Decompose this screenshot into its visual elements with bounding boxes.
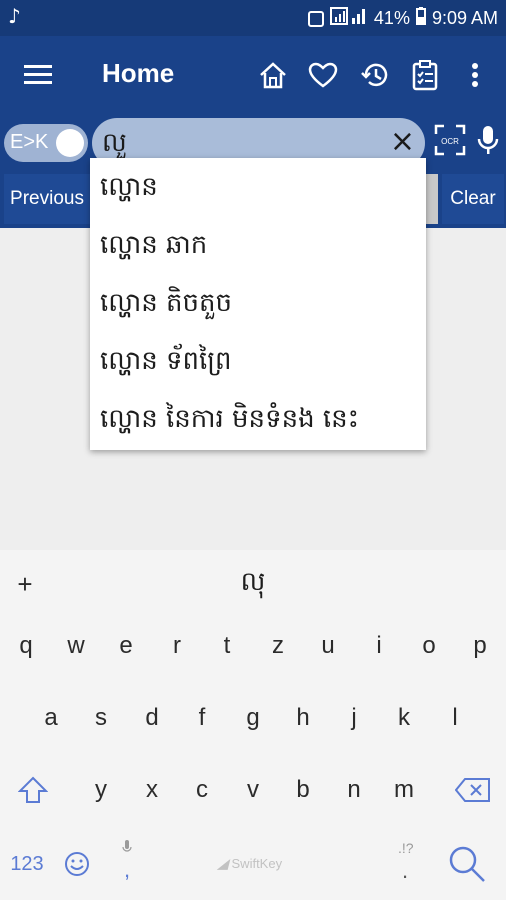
- candidate-word[interactable]: លុ: [228, 554, 278, 614]
- menu-icon[interactable]: [22, 58, 56, 92]
- favorite-heart-icon[interactable]: [306, 58, 340, 92]
- battery-percent: 41%: [373, 8, 410, 28]
- key-p[interactable]: p: [455, 616, 505, 676]
- suggestion-item[interactable]: ល្ហោន ទ័ពព្រៃ: [100, 334, 232, 392]
- suggestion-item[interactable]: ល្ហោន ឆាក: [100, 218, 207, 276]
- wifi-call-icon: [307, 10, 324, 27]
- suggestion-item[interactable]: ល្ហោន នៃការ មិនទំនង នេះ: [100, 392, 359, 450]
- key-j[interactable]: j: [329, 688, 379, 748]
- swiftkey-logo-icon: ◢ SwiftKey: [217, 856, 283, 871]
- key-u[interactable]: u: [303, 616, 353, 676]
- key-e[interactable]: e: [101, 616, 151, 676]
- key-h[interactable]: h: [278, 688, 328, 748]
- key-q[interactable]: q: [1, 616, 51, 676]
- microphone-icon[interactable]: [476, 124, 500, 158]
- key-c[interactable]: c: [177, 760, 227, 820]
- emoji-icon[interactable]: [52, 834, 102, 894]
- key-v[interactable]: v: [228, 760, 278, 820]
- key-a[interactable]: a: [26, 688, 76, 748]
- key-g[interactable]: g: [228, 688, 278, 748]
- home-icon[interactable]: [256, 58, 290, 92]
- key-m[interactable]: m: [379, 760, 429, 820]
- suggestion-item[interactable]: ល្ហោន: [100, 160, 158, 218]
- keyboard: + លុ q w e r t z u i o p a s d f g h j k…: [0, 550, 506, 900]
- key-f[interactable]: f: [177, 688, 227, 748]
- clear-search-icon[interactable]: ×: [390, 124, 415, 159]
- key-r[interactable]: r: [152, 616, 202, 676]
- shift-icon[interactable]: [8, 760, 58, 820]
- key-z[interactable]: z: [253, 616, 303, 676]
- key-y[interactable]: y: [76, 760, 126, 820]
- punct-hint: .!?: [398, 840, 414, 856]
- toggle-knob: [56, 129, 84, 157]
- more-options-icon[interactable]: [458, 58, 492, 92]
- mic-hint-icon: [122, 840, 132, 857]
- key-x[interactable]: x: [127, 760, 177, 820]
- toggle-label: E>K: [10, 131, 49, 153]
- clear-button[interactable]: Clear: [442, 174, 504, 224]
- battery-icon: [415, 7, 426, 30]
- key-i[interactable]: i: [354, 616, 404, 676]
- keyboard-plus-key[interactable]: +: [0, 554, 50, 614]
- previous-button[interactable]: Previous: [4, 174, 90, 224]
- space-bar[interactable]: ◢ SwiftKey: [150, 834, 350, 894]
- key-o[interactable]: o: [404, 616, 454, 676]
- key-k[interactable]: k: [379, 688, 429, 748]
- history-icon[interactable]: [358, 58, 392, 92]
- key-n[interactable]: n: [329, 760, 379, 820]
- suggestion-dropdown: ល្ហោន ល្ហោន ឆាក ល្ហោន តិចតួច ល្ហោន ទ័ពព្…: [90, 158, 426, 450]
- status-right: 41% 9:09 AM: [307, 6, 498, 31]
- period-key[interactable]: .!? .: [380, 834, 430, 894]
- suggestion-item[interactable]: ល្ហោន តិចតួច: [100, 276, 232, 334]
- key-l[interactable]: l: [430, 688, 480, 748]
- key-b[interactable]: b: [278, 760, 328, 820]
- comma-key[interactable]: ,: [102, 834, 152, 894]
- swiftkey-brand: SwiftKey: [231, 856, 283, 871]
- ocr-scan-icon[interactable]: OCR: [434, 124, 466, 158]
- svg-text:OCR: OCR: [441, 137, 459, 146]
- backspace-icon[interactable]: [448, 760, 498, 820]
- clipboard-icon[interactable]: [408, 58, 442, 92]
- language-toggle[interactable]: E>K: [4, 124, 88, 162]
- key-w[interactable]: w: [51, 616, 101, 676]
- clock: 9:09 AM: [431, 8, 498, 28]
- status-bar: ♪ 41% 9:09 AM: [0, 0, 506, 36]
- key-s[interactable]: s: [76, 688, 126, 748]
- music-note-icon: ♪: [8, 4, 21, 28]
- page-title: Home: [102, 58, 175, 88]
- search-icon[interactable]: [442, 834, 492, 894]
- numbers-key[interactable]: 123: [2, 834, 52, 894]
- comma-label: ,: [123, 857, 131, 882]
- app-bar: Home: [0, 36, 506, 114]
- key-d[interactable]: d: [127, 688, 177, 748]
- period-label: .: [401, 858, 409, 883]
- signal-icon: [329, 6, 368, 31]
- key-t[interactable]: t: [202, 616, 252, 676]
